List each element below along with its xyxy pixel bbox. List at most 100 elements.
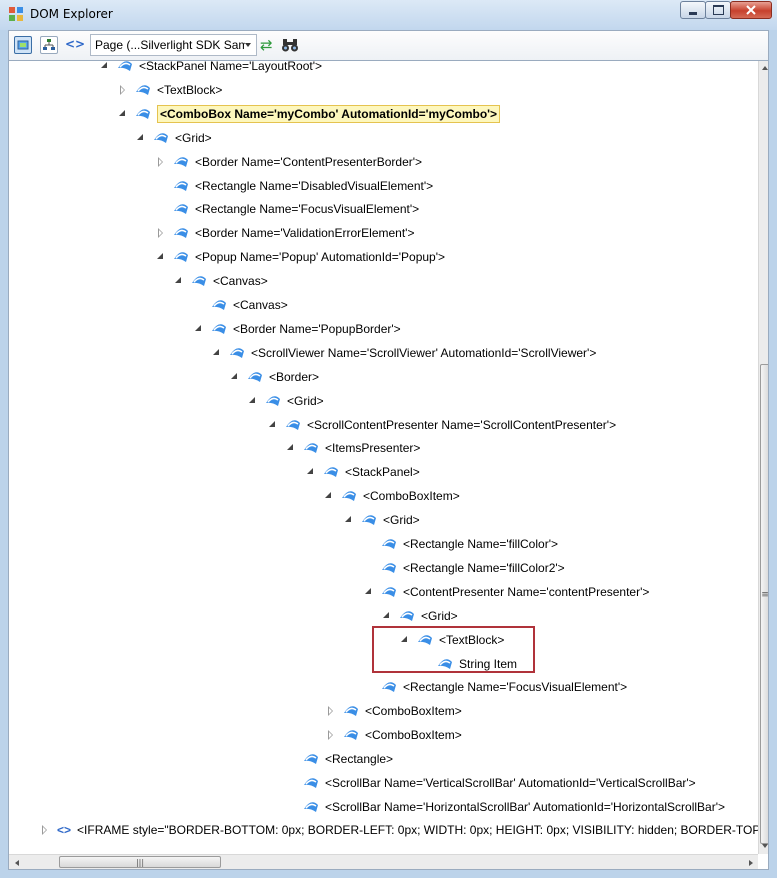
find-binoculars-icon[interactable] xyxy=(281,37,299,55)
arrow-up-icon xyxy=(762,66,768,70)
tree-node-label: <ScrollBar Name='VerticalScrollBar' Auto… xyxy=(325,776,696,790)
maximize-button[interactable] xyxy=(705,1,731,19)
select-element-icon[interactable] xyxy=(14,36,32,54)
xaml-node-icon xyxy=(154,132,168,143)
tree-node-row[interactable]: <ScrollBar Name='VerticalScrollBar' Auto… xyxy=(285,772,696,794)
arrow-left-icon xyxy=(14,859,19,866)
collapse-arrow-icon[interactable] xyxy=(363,586,375,598)
horizontal-scroll-thumb[interactable]: ||| xyxy=(59,856,221,868)
tree-node-row[interactable]: <StackPanel> xyxy=(305,461,420,483)
maximize-icon xyxy=(712,5,724,15)
arrow-right-icon xyxy=(748,859,753,866)
expand-arrow-icon[interactable] xyxy=(39,824,51,836)
collapse-arrow-icon[interactable] xyxy=(305,466,317,478)
tree-node-label: <StackPanel> xyxy=(345,465,420,480)
tree-node-label: <TextBlock> xyxy=(157,82,223,97)
scroll-up-button[interactable] xyxy=(759,61,768,76)
tree-node-row[interactable]: <ComboBoxItem> xyxy=(323,485,460,507)
xaml-node-icon xyxy=(362,515,376,526)
xaml-node-icon xyxy=(382,563,396,573)
xaml-node-icon xyxy=(174,180,188,191)
tree-node-row[interactable]: <ComboBoxItem> xyxy=(325,700,462,722)
tree-node-row[interactable]: <ItemsPresenter> xyxy=(285,437,420,459)
scroll-right-button[interactable] xyxy=(743,855,758,869)
vertical-scrollbar[interactable]: ≡ xyxy=(758,61,769,854)
tree-node-label: <ScrollBar Name='HorizontalScrollBar' Au… xyxy=(325,799,726,814)
collapse-arrow-icon[interactable] xyxy=(381,610,393,622)
minimize-icon xyxy=(689,11,697,15)
expand-arrow-icon[interactable] xyxy=(325,729,337,741)
refresh-icon[interactable]: ⇄ xyxy=(260,36,278,54)
tree-node-row[interactable]: <Border Name='ContentPresenterBorder'> xyxy=(155,151,422,173)
collapse-arrow-icon[interactable] xyxy=(211,347,223,359)
tree-node-label: <ContentPresenter Name='contentPresenter… xyxy=(403,584,650,599)
tree-node-row[interactable]: <Rectangle Name='DisabledVisualElement'> xyxy=(155,175,433,197)
tree-node-row[interactable]: <TextBlock> xyxy=(117,79,222,101)
collapse-arrow-icon[interactable] xyxy=(135,132,147,144)
tree-node-row[interactable]: <Rectangle Name='fillColor2'> xyxy=(363,557,565,579)
xaml-node-icon xyxy=(400,610,414,621)
scroll-down-button[interactable] xyxy=(759,838,768,854)
tree-node-row[interactable]: <ComboBox Name='myCombo' AutomationId='m… xyxy=(117,103,501,125)
tree-node-row[interactable]: <ComboBoxItem> xyxy=(325,724,462,746)
xaml-node-icon xyxy=(304,443,318,454)
xaml-node-icon xyxy=(230,348,244,358)
collapse-arrow-icon[interactable] xyxy=(267,419,279,431)
tree-node-row[interactable]: <StackPanel Name='LayoutRoot'> xyxy=(99,61,322,77)
xaml-node-icon xyxy=(344,730,358,741)
tree-node-row[interactable]: <Grid> xyxy=(381,605,458,627)
tree-node-label: <Rectangle Name='fillColor'> xyxy=(403,537,558,551)
tree-node-row[interactable]: <Popup Name='Popup' AutomationId='Popup'… xyxy=(155,246,445,268)
tree-node-row[interactable]: <ContentPresenter Name='contentPresenter… xyxy=(363,581,649,603)
collapse-arrow-icon[interactable] xyxy=(229,371,241,383)
collapse-arrow-icon[interactable] xyxy=(155,251,167,263)
tree-node-label: <Canvas> xyxy=(233,298,288,312)
tree-node-row[interactable]: <Rectangle Name='fillColor'> xyxy=(363,533,558,555)
expand-arrow-icon[interactable] xyxy=(325,705,337,717)
dom-tree-icon[interactable] xyxy=(40,36,58,54)
collapse-arrow-icon[interactable] xyxy=(193,323,205,335)
collapse-arrow-icon[interactable] xyxy=(285,442,297,454)
tree-node-row[interactable]: <Rectangle Name='FocusVisualElement'> xyxy=(363,676,627,698)
tree-node-row[interactable]: <Grid> xyxy=(247,390,324,412)
dom-explorer-app-icon xyxy=(9,7,23,21)
arrow-down-icon xyxy=(762,844,768,848)
tree-node-row[interactable]: <ScrollViewer Name='ScrollViewer' Automa… xyxy=(211,342,596,364)
collapse-arrow-icon[interactable] xyxy=(173,275,185,287)
tree-node-row[interactable]: <Grid> xyxy=(135,127,212,149)
tree-node-row[interactable]: <Border Name='PopupBorder'> xyxy=(193,318,401,340)
xaml-node-icon xyxy=(192,276,206,287)
minimize-button[interactable] xyxy=(680,1,706,19)
iframe-row[interactable]: <> <IFRAME style="BORDER-BOTTOM: 0px; BO… xyxy=(39,819,769,841)
tree-node-label: <ComboBoxItem> xyxy=(365,704,462,719)
tree-node-row[interactable]: <Rectangle Name='FocusVisualElement'> xyxy=(155,198,419,220)
tree-node-row[interactable]: <Border Name='ValidationErrorElement'> xyxy=(155,222,414,244)
vertical-scroll-thumb[interactable]: ≡ xyxy=(760,364,769,844)
page-select-dropdown[interactable]: Page (...Silverlight SDK Sam xyxy=(90,34,257,56)
scroll-left-button[interactable] xyxy=(9,855,24,869)
tree-node-row[interactable]: <Rectangle> xyxy=(285,748,393,770)
tree-node-row[interactable]: <Canvas> xyxy=(193,294,288,316)
tree-node-row[interactable]: <ScrollBar Name='HorizontalScrollBar' Au… xyxy=(285,796,725,818)
expand-arrow-icon[interactable] xyxy=(155,156,167,168)
tree-node-row[interactable]: <ScrollContentPresenter Name='ScrollCont… xyxy=(267,414,616,436)
tree-node-row[interactable]: <Border> xyxy=(229,366,319,388)
tree-node-label: <ComboBoxItem> xyxy=(363,489,460,504)
collapse-arrow-icon[interactable] xyxy=(247,395,259,407)
collapse-arrow-icon[interactable] xyxy=(343,514,355,526)
collapse-arrow-icon[interactable] xyxy=(323,490,335,502)
tree-node-row[interactable]: <Grid> xyxy=(343,509,420,531)
collapse-arrow-icon[interactable] xyxy=(99,61,111,72)
expand-arrow-icon[interactable] xyxy=(117,84,129,96)
expand-arrow-icon[interactable] xyxy=(155,227,167,239)
tree-node-row[interactable]: <Canvas> xyxy=(173,270,268,292)
horizontal-scrollbar[interactable]: ||| xyxy=(9,854,758,869)
scroll-grip-icon: ||| xyxy=(135,857,145,867)
iframe-row-label: <IFRAME style="BORDER-BOTTOM: 0px; BORDE… xyxy=(77,823,769,837)
scroll-grip-icon: ≡ xyxy=(761,590,769,600)
tree-node-label: <Rectangle Name='FocusVisualElement'> xyxy=(403,680,628,695)
collapse-arrow-icon[interactable] xyxy=(117,108,129,120)
tree-node-label: <ScrollContentPresenter Name='ScrollCont… xyxy=(307,417,617,432)
html-code-icon[interactable]: <> xyxy=(65,37,85,55)
close-button[interactable] xyxy=(730,1,772,19)
